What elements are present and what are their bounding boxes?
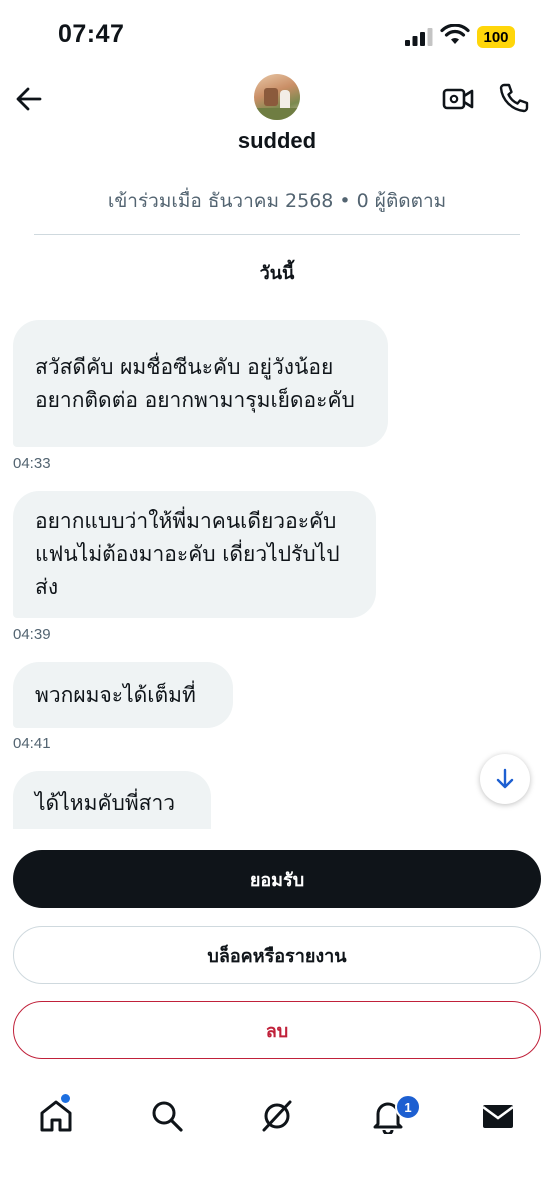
- message-bubble[interactable]: ได้ไหมคับพี่สาว: [13, 771, 211, 829]
- accept-button[interactable]: ยอมรับ: [13, 850, 541, 908]
- message-text: ได้ไหมคับพี่สาว: [35, 791, 176, 815]
- message-bubble[interactable]: สวัสดีคับ ผมชื่อซีนะคับ อยู่วังน้อย อยาก…: [13, 320, 388, 447]
- message-bubble[interactable]: อยากแบบว่าให้พี่มาคนเดียวอะคับ แฟนไม่ต้อ…: [13, 491, 376, 618]
- date-separator: วันนี้: [259, 263, 295, 284]
- message-time: 04:33: [13, 455, 51, 472]
- battery-level: 100: [483, 28, 509, 46]
- message-time: 04:39: [13, 626, 51, 643]
- message-text: พวกผมจะได้เต็มที่: [35, 682, 196, 707]
- grok-icon[interactable]: [259, 1098, 295, 1134]
- delete-button[interactable]: ลบ: [13, 1001, 541, 1059]
- phone-icon[interactable]: [498, 82, 530, 114]
- message-text: สวัสดีคับ ผมชื่อซีนะคับ อยู่วังน้อย อยาก…: [35, 354, 355, 412]
- avatar[interactable]: [254, 74, 300, 120]
- arrow-down-icon: [496, 768, 514, 789]
- profile-username[interactable]: sudded: [0, 128, 554, 154]
- scroll-to-bottom-button[interactable]: [480, 754, 530, 804]
- back-arrow-icon[interactable]: [14, 84, 44, 114]
- search-icon[interactable]: [149, 1098, 185, 1134]
- messages-icon[interactable]: [480, 1098, 516, 1134]
- home-notification-dot: [61, 1094, 70, 1103]
- signal-icon: [405, 28, 433, 46]
- battery-icon: 100: [477, 26, 515, 48]
- notification-badge: 1: [395, 1094, 421, 1120]
- message-time: 04:41: [13, 735, 51, 752]
- block-report-button[interactable]: บล็อคหรือรายงาน: [13, 926, 541, 984]
- message-bubble[interactable]: พวกผมจะได้เต็มที่: [13, 662, 233, 728]
- status-time: 07:47: [58, 20, 125, 48]
- home-icon[interactable]: [38, 1098, 74, 1134]
- wifi-icon: [440, 24, 470, 44]
- video-call-icon[interactable]: [442, 84, 474, 114]
- header-divider: [34, 234, 520, 235]
- message-text: อยากแบบว่าให้พี่มาคนเดียวอะคับ แฟนไม่ต้อ…: [35, 509, 340, 599]
- profile-joined-info: เข้าร่วมเมื่อ ธันวาคม 2568 • 0 ผู้ติดตาม: [107, 190, 447, 212]
